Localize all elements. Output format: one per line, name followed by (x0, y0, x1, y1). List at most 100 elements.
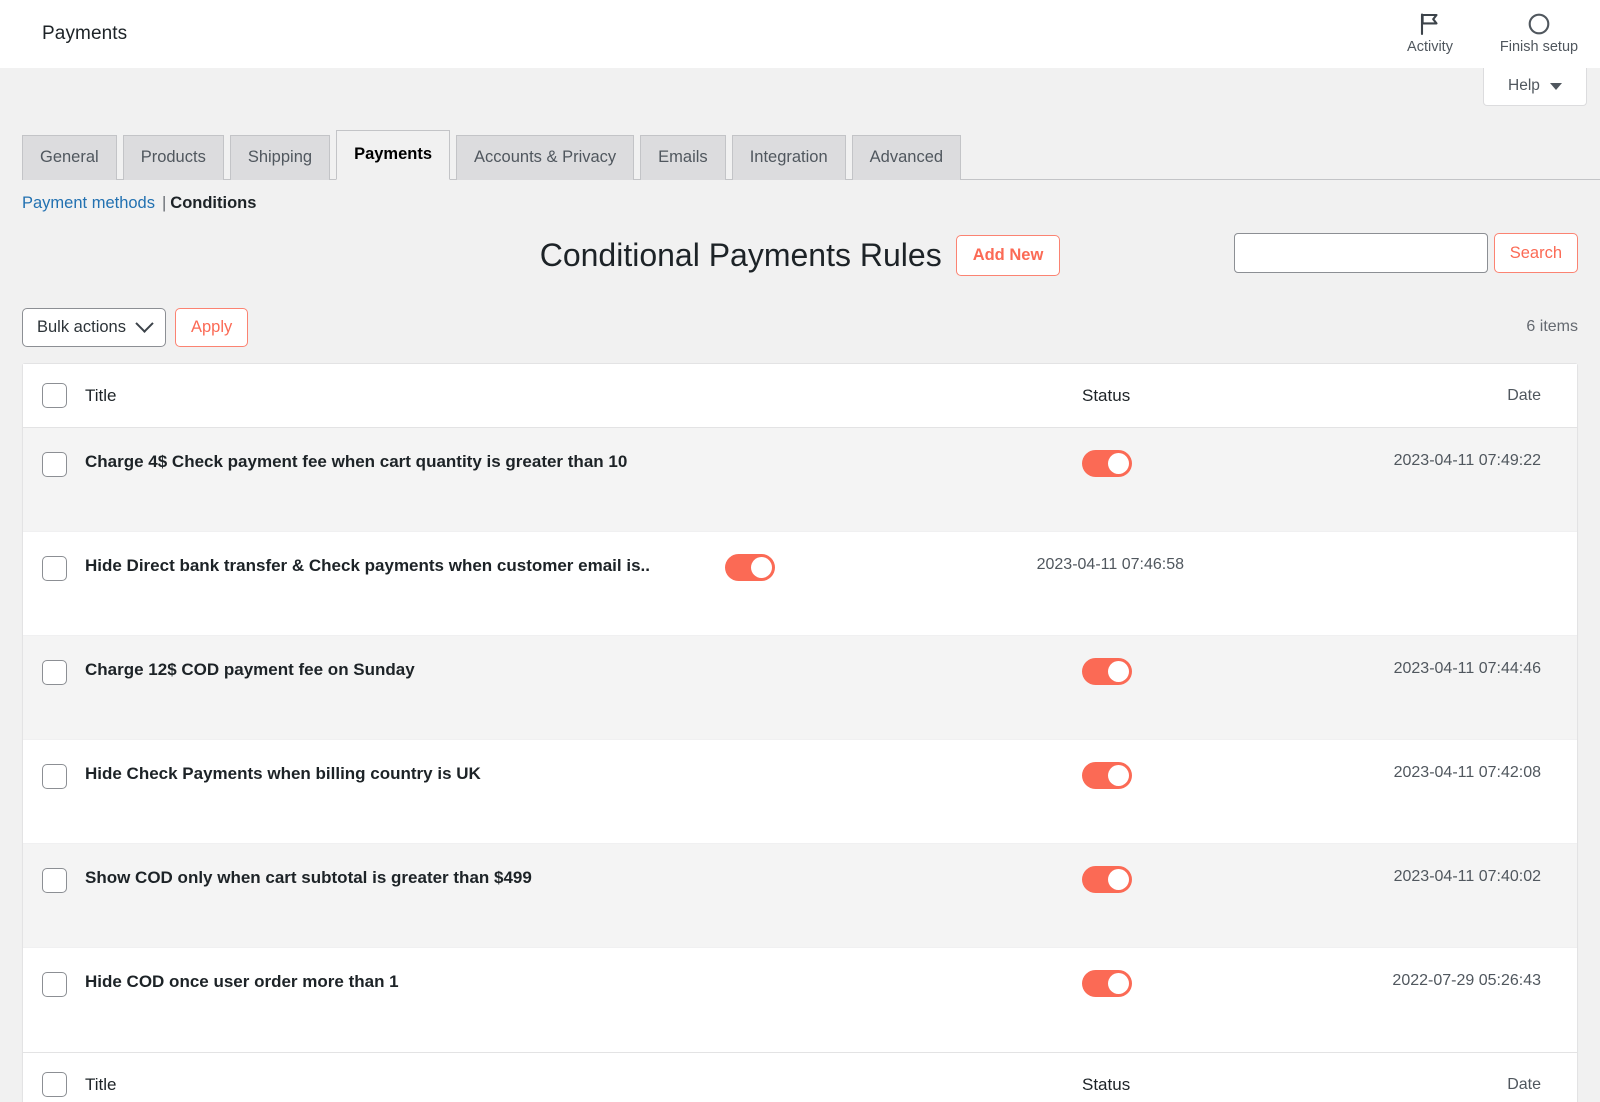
tab-payments[interactable]: Payments (336, 130, 451, 181)
help-container: Help (1483, 68, 1587, 106)
row-select-cell (23, 948, 85, 998)
table-row[interactable]: Show COD only when cart subtotal is grea… (23, 844, 1577, 949)
table-row[interactable]: Hide Check Payments when billing country… (23, 740, 1577, 845)
search-button[interactable]: Search (1493, 233, 1578, 274)
table-footer-row: Title Status Date (23, 1052, 1577, 1102)
row-checkbox[interactable] (41, 556, 67, 582)
breadcrumb: Payment methods | Conditions (22, 180, 1578, 213)
admin-bar-actions: Activity Finish setup (1382, 0, 1600, 68)
rule-status-cell (1082, 428, 1317, 478)
finish-setup-label: Finish setup (1499, 38, 1579, 55)
toggle-knob (1108, 661, 1129, 683)
row-checkbox[interactable] (41, 452, 67, 478)
table-nav-top: Bulk actions Apply 6 items (22, 305, 1578, 349)
tab-integration[interactable]: Integration (731, 135, 846, 181)
column-footer-status[interactable]: Status (1082, 1075, 1317, 1095)
column-header-title[interactable]: Title (85, 384, 1082, 409)
apply-button[interactable]: Apply (174, 307, 249, 348)
rule-title[interactable]: Hide COD once user order more than 1 (85, 948, 1082, 995)
rule-title[interactable]: Hide Direct bank transfer & Check paymen… (85, 532, 725, 579)
admin-bar: Payments Activity Finish setup Help (0, 0, 1600, 106)
column-header-date[interactable]: Date (1317, 387, 1577, 405)
row-select-cell (23, 740, 85, 790)
settings-tabs: General Products Shipping Payments Accou… (22, 68, 1600, 181)
row-select-cell (23, 428, 85, 478)
rule-date: 2023-04-11 07:46:58 (1036, 556, 1184, 574)
finish-setup-button[interactable]: Finish setup (1478, 0, 1600, 68)
column-header-status[interactable]: Status (1082, 386, 1317, 406)
rule-title[interactable]: Charge 12$ COD payment fee on Sunday (85, 636, 1082, 683)
search-box: Search (1233, 233, 1578, 274)
help-label: Help (1508, 77, 1540, 94)
help-button[interactable]: Help (1483, 68, 1587, 106)
admin-bar-title: Payments (42, 23, 128, 44)
column-footer-date[interactable]: Date (1317, 1076, 1577, 1094)
rule-date: 2022-07-29 05:26:43 (1392, 972, 1541, 990)
row-checkbox[interactable] (41, 972, 67, 998)
breadcrumb-separator: | (161, 194, 167, 213)
tab-accounts-privacy[interactable]: Accounts & Privacy (456, 135, 635, 181)
rule-date: 2023-04-11 07:44:46 (1393, 660, 1541, 678)
table-row[interactable]: Charge 12$ COD payment fee on Sunday 202… (23, 636, 1577, 741)
status-toggle[interactable] (1082, 970, 1132, 998)
status-toggle[interactable] (725, 554, 775, 582)
page-header: Conditional Payments Rules Add New Searc… (22, 227, 1578, 283)
rule-title[interactable]: Charge 4$ Check payment fee when cart qu… (85, 428, 1082, 475)
row-select-cell (23, 532, 85, 582)
search-input[interactable] (1233, 233, 1488, 274)
chevron-down-icon (135, 314, 154, 334)
flag-icon (1419, 12, 1441, 36)
activity-label: Activity (1407, 38, 1453, 55)
activity-button[interactable]: Activity (1382, 0, 1478, 68)
toggle-knob (1108, 869, 1129, 891)
toggle-knob (751, 557, 772, 579)
toggle-knob (1108, 765, 1129, 787)
tab-products[interactable]: Products (122, 135, 224, 181)
status-toggle[interactable] (1082, 450, 1132, 478)
table-row[interactable]: Hide COD once user order more than 1 202… (23, 948, 1577, 1052)
row-checkbox[interactable] (41, 764, 67, 790)
status-toggle[interactable] (1082, 762, 1132, 790)
rule-date: 2023-04-11 07:49:22 (1393, 452, 1541, 470)
status-toggle[interactable] (1082, 866, 1132, 894)
toggle-knob (1108, 453, 1129, 475)
tab-advanced[interactable]: Advanced (851, 135, 962, 181)
rule-status-cell (1082, 844, 1317, 894)
select-all-cell (23, 383, 85, 409)
rule-title[interactable]: Show COD only when cart subtotal is grea… (85, 844, 1082, 891)
rule-status-cell (1082, 740, 1317, 790)
rule-date: 2023-04-11 07:40:02 (1393, 868, 1541, 886)
row-select-cell (23, 844, 85, 894)
select-all-checkbox-footer[interactable] (41, 1072, 67, 1098)
page-title: Conditional Payments Rules (539, 237, 942, 274)
table-body: Charge 4$ Check payment fee when cart qu… (23, 428, 1577, 1052)
chevron-down-icon (1549, 82, 1562, 90)
rule-status-cell (725, 532, 960, 582)
rule-date: 2023-04-11 07:42:08 (1393, 764, 1541, 782)
table-header-row: Title Status Date (23, 364, 1577, 429)
table-row[interactable]: Charge 4$ Check payment fee when cart qu… (23, 428, 1577, 533)
row-checkbox[interactable] (41, 868, 67, 894)
breadcrumb-current: Conditions (170, 194, 257, 213)
bulk-actions-label: Bulk actions (37, 317, 126, 336)
breadcrumb-payment-methods-link[interactable]: Payment methods (22, 194, 155, 213)
status-toggle[interactable] (1082, 658, 1132, 686)
rule-status-cell (1082, 948, 1317, 998)
tab-emails[interactable]: Emails (640, 135, 726, 181)
column-footer-title[interactable]: Title (85, 1073, 1082, 1098)
items-count: 6 items (1526, 318, 1578, 336)
bulk-actions-select[interactable]: Bulk actions (22, 307, 166, 348)
select-all-checkbox[interactable] (41, 383, 67, 409)
row-checkbox[interactable] (41, 660, 67, 686)
select-all-footer-cell (23, 1072, 85, 1098)
table-row[interactable]: Hide Direct bank transfer & Check paymen… (23, 532, 1577, 637)
rule-title[interactable]: Hide Check Payments when billing country… (85, 740, 1082, 787)
add-new-button[interactable]: Add New (955, 235, 1061, 276)
toggle-knob (1108, 973, 1129, 995)
tab-shipping[interactable]: Shipping (229, 135, 331, 181)
tab-general[interactable]: General (22, 135, 117, 181)
row-select-cell (23, 636, 85, 686)
settings-wrap: General Products Shipping Payments Accou… (0, 68, 1600, 1102)
bulk-actions-group: Bulk actions Apply (22, 307, 249, 348)
circle-progress-icon (1527, 12, 1551, 36)
